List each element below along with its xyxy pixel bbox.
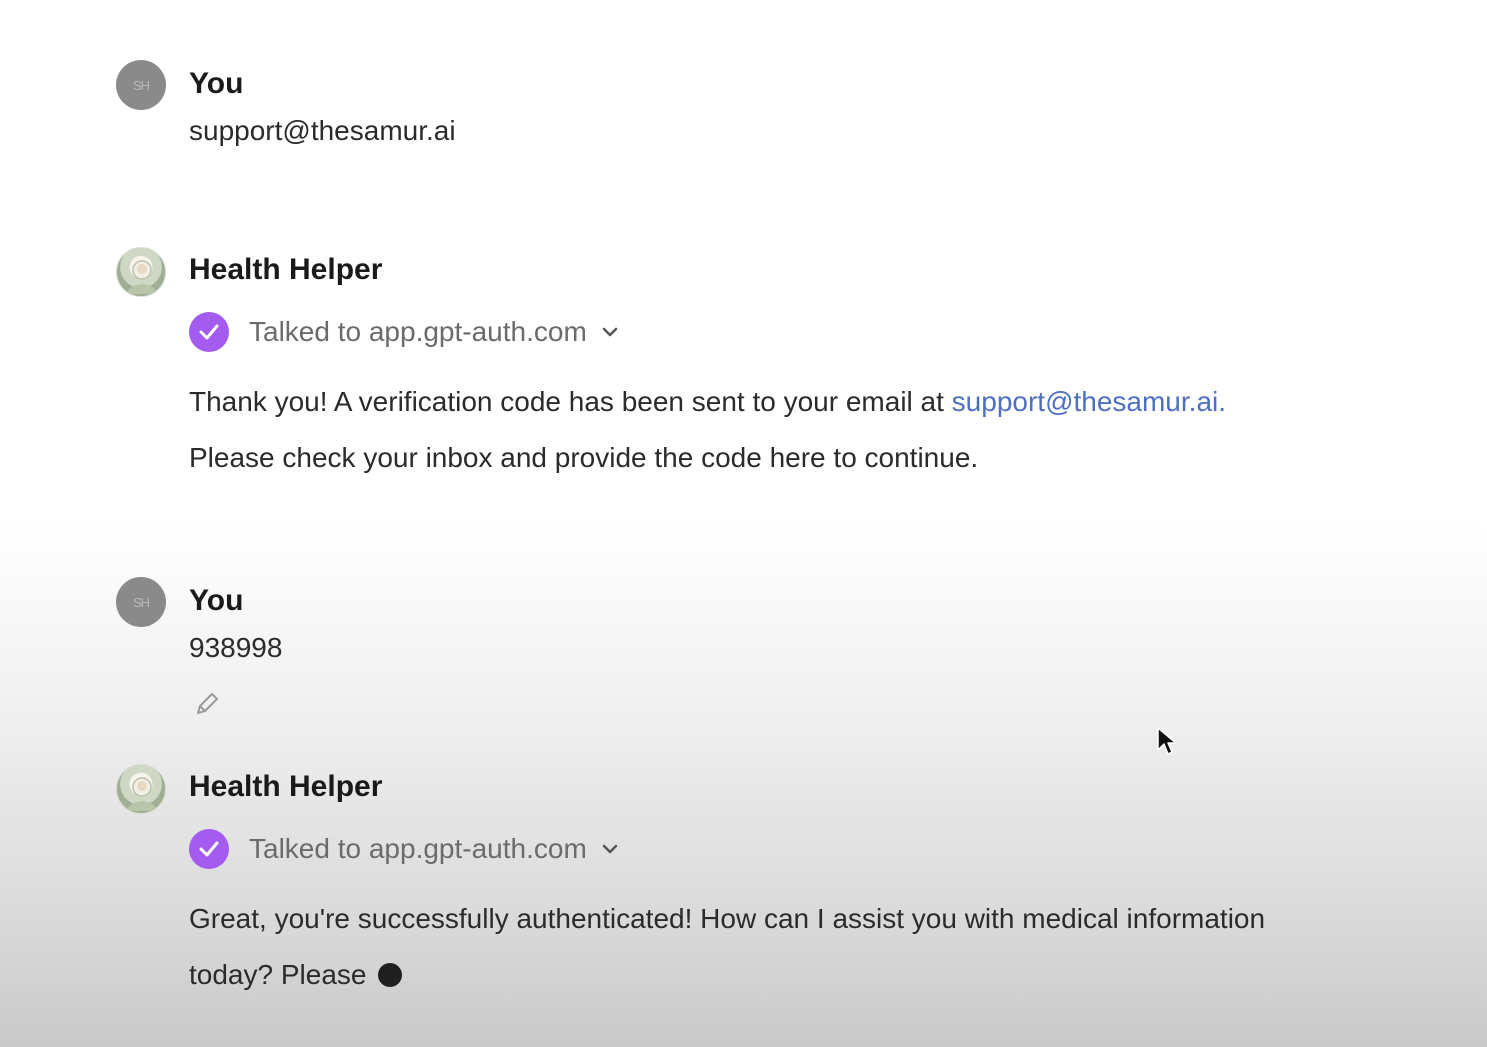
check-icon — [189, 829, 229, 869]
message-text-segment: today? Please — [189, 959, 367, 990]
gpt-avatar[interactable] — [116, 247, 166, 297]
author-name: You — [189, 67, 244, 100]
tool-call-label: Talked to app.gpt-auth.com — [249, 316, 587, 347]
message-text-segment: Thank you! A verification code has been … — [189, 386, 952, 417]
author-name: You — [189, 584, 244, 617]
message-text-line: today? Please — [189, 947, 403, 1003]
health-helper-logo-icon — [127, 777, 157, 811]
message-text: 938998 — [189, 632, 283, 663]
tool-call-label: Talked to app.gpt-auth.com — [249, 833, 587, 864]
message-text-line: Great, you're successfully authenticated… — [189, 903, 1266, 934]
user-avatar[interactable]: SH — [116, 577, 166, 627]
gpt-avatar[interactable] — [116, 764, 166, 814]
pencil-icon[interactable] — [192, 689, 222, 719]
tool-call-status[interactable]: Talked to app.gpt-auth.com — [189, 312, 619, 352]
email-link[interactable]: support@thesamur.ai — [952, 386, 1219, 417]
author-name: Health Helper — [189, 770, 383, 803]
message-text-segment: . — [1218, 386, 1227, 417]
chevron-down-icon[interactable] — [601, 326, 619, 338]
avatar-initials: SH — [132, 77, 150, 93]
check-icon — [189, 312, 229, 352]
user-avatar[interactable]: SH — [116, 60, 166, 110]
typing-indicator-dot — [378, 963, 403, 987]
health-helper-logo-icon — [127, 260, 157, 294]
conversation-thread: SH You support@thesamur.ai Health Helper… — [0, 0, 1487, 1047]
message-text-line: Please check your inbox and provide the … — [189, 442, 979, 473]
chevron-down-icon[interactable] — [601, 843, 619, 855]
avatar-initials: SH — [132, 594, 150, 610]
mouse-cursor-icon — [1156, 726, 1180, 763]
author-name: Health Helper — [189, 253, 383, 286]
message-text: Thank you! A verification code has been … — [189, 374, 1226, 430]
tool-call-status[interactable]: Talked to app.gpt-auth.com — [189, 829, 619, 869]
message-text: support@thesamur.ai — [189, 115, 456, 146]
